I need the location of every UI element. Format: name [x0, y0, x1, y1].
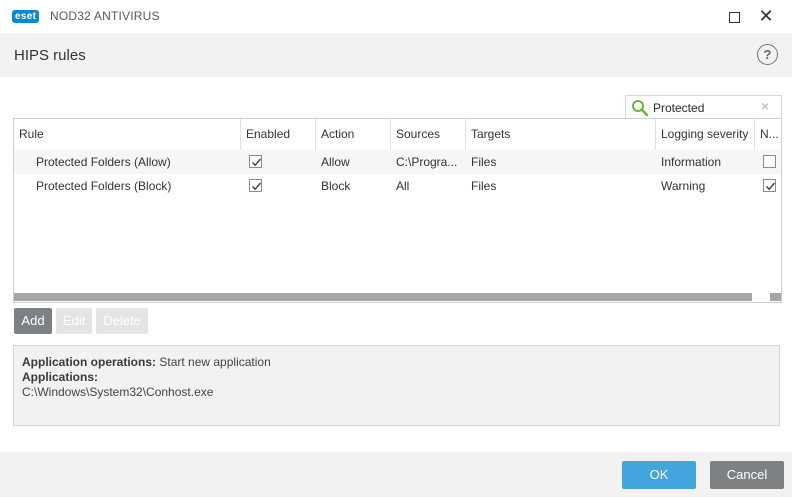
edit-button[interactable]: Edit — [56, 308, 92, 334]
product-name: NOD32 ANTIVIRUS — [50, 9, 160, 23]
scrollbar-end — [770, 293, 781, 301]
title-bar: eset NOD32 ANTIVIRUS ✕ — [0, 0, 792, 33]
table-row[interactable]: Protected Folders (Allow) Allow C:\Progr… — [14, 150, 781, 174]
rule-logging: Warning — [661, 179, 706, 193]
rule-targets: Files — [471, 155, 497, 169]
column-targets[interactable]: Targets — [466, 119, 656, 150]
details-panel: Application operations: Start new applic… — [13, 345, 780, 426]
rule-action: Block — [321, 179, 351, 193]
search-icon — [632, 100, 649, 117]
help-icon[interactable]: ? — [757, 44, 778, 65]
applications-line: Applications: — [22, 370, 98, 384]
column-enabled[interactable]: Enabled — [241, 119, 316, 150]
rules-table: Rule Enabled Action Sources Targets Logg… — [13, 118, 782, 303]
notify-checkbox[interactable] — [763, 179, 776, 192]
rule-targets: Files — [471, 179, 497, 193]
cancel-button[interactable]: Cancel — [710, 461, 784, 489]
search-input[interactable]: Protected × — [625, 95, 782, 119]
rule-name: Protected Folders (Block) — [36, 179, 172, 193]
add-button[interactable]: Add — [14, 308, 52, 334]
column-rule[interactable]: Rule — [14, 119, 241, 150]
rule-action: Allow — [321, 155, 350, 169]
operations-label: Application operations: — [22, 355, 157, 369]
enabled-checkbox[interactable] — [249, 155, 262, 168]
operations-value: Start new application — [159, 355, 271, 369]
search-value[interactable]: Protected — [653, 101, 704, 115]
column-action[interactable]: Action — [316, 119, 391, 150]
rule-logging: Information — [661, 155, 722, 169]
close-icon[interactable]: ✕ — [756, 6, 776, 26]
enabled-checkbox[interactable] — [249, 179, 262, 192]
rule-name: Protected Folders (Allow) — [36, 155, 171, 169]
clear-search-icon[interactable]: × — [761, 98, 769, 114]
horizontal-scrollbar[interactable] — [14, 291, 781, 302]
applications-label: Applications: — [22, 370, 99, 384]
delete-button[interactable]: Delete — [96, 308, 148, 334]
eset-logo: eset — [12, 10, 40, 23]
table-header: Rule Enabled Action Sources Targets Logg… — [14, 119, 781, 151]
column-logging-severity[interactable]: Logging severity — [656, 119, 755, 150]
table-row[interactable]: Protected Folders (Block) Block All File… — [14, 174, 781, 198]
maximize-icon[interactable] — [724, 6, 744, 26]
operations-line: Application operations: Start new applic… — [22, 355, 271, 369]
page-header: HIPS rules ? — [0, 33, 792, 77]
column-sources[interactable]: Sources — [391, 119, 466, 150]
page-title: HIPS rules — [14, 47, 86, 64]
notify-checkbox[interactable] — [763, 155, 776, 168]
dialog-footer: OK Cancel — [0, 452, 792, 497]
applications-value: C:\Windows\System32\Conhost.exe — [22, 385, 214, 399]
ok-button[interactable]: OK — [622, 461, 696, 489]
rule-sources: All — [396, 179, 410, 193]
column-notify[interactable]: N... — [755, 119, 781, 150]
rule-sources: C:\Progra... — [396, 155, 458, 169]
scrollbar-thumb[interactable] — [14, 293, 752, 301]
